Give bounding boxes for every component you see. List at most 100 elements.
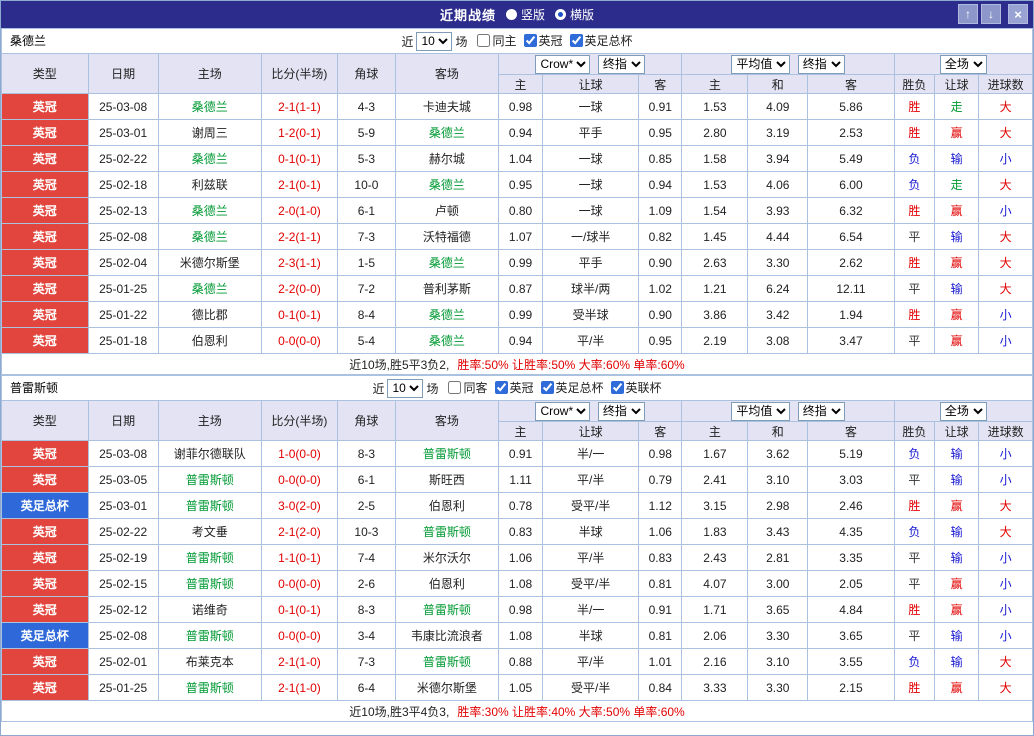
handicap-home-odds: 0.94	[498, 328, 542, 354]
avg-home-odds: 3.33	[682, 675, 748, 701]
handicap-home-odds: 0.78	[498, 493, 542, 519]
handicap-line: 平手	[543, 250, 639, 276]
close-button[interactable]: ×	[1008, 4, 1028, 24]
match-row: 英冠25-02-15普雷斯顿0-0(0-0)2-6伯恩利1.08受平/半0.81…	[2, 571, 1033, 597]
match-row: 英冠25-02-22考文垂2-1(2-0)10-3普雷斯顿0.83半球1.061…	[2, 519, 1033, 545]
home-team: 伯恩利	[158, 328, 261, 354]
col-avg-draw: 和	[748, 422, 808, 441]
result-outcome: 平	[894, 224, 934, 250]
filter-checkbox[interactable]: 英冠	[524, 32, 563, 49]
result-outcome: 胜	[894, 493, 934, 519]
summary-row: 近10场,胜3平4负3,胜率:30% 让胜率:40% 大率:50% 单率:60%	[2, 701, 1033, 722]
scope-select[interactable]: 全场	[940, 55, 987, 74]
corner-score: 7-3	[338, 649, 396, 675]
checkbox-input[interactable]	[524, 34, 537, 47]
avg-away-odds: 4.35	[808, 519, 895, 545]
result-handicap: 走	[934, 94, 978, 120]
handicap-home-odds: 0.95	[498, 172, 542, 198]
filter-checkbox[interactable]: 同主	[477, 32, 516, 49]
result-goals: 小	[979, 302, 1033, 328]
avg-home-odds: 1.71	[682, 597, 748, 623]
match-row: 英冠25-02-13桑德兰2-0(1-0)6-1卢顿0.80一球1.091.54…	[2, 198, 1033, 224]
filter-row: 普雷斯顿 近 10 场 同客英冠英足总杯英联杯	[2, 376, 1033, 401]
handicap-away-odds: 0.81	[639, 571, 682, 597]
average-stage-select[interactable]: 终指	[798, 402, 845, 421]
result-outcome: 平	[894, 571, 934, 597]
column-header-row: 类型 日期 主场 比分(半场) 角球 客场 Crow* 终指 平均值 终指 全场	[2, 401, 1033, 422]
avg-draw-odds: 3.00	[748, 571, 808, 597]
away-team: 斯旺西	[395, 467, 498, 493]
odds-company-select[interactable]: Crow*	[535, 55, 590, 74]
handicap-home-odds: 0.80	[498, 198, 542, 224]
col-home: 主场	[158, 54, 261, 94]
checkbox-input[interactable]	[477, 34, 490, 47]
filter-checkbox[interactable]: 英足总杯	[541, 379, 604, 396]
summary-row: 近10场,胜5平3负2,胜率:50% 让胜率:50% 大率:60% 单率:60%	[2, 354, 1033, 375]
away-team: 桑德兰	[395, 120, 498, 146]
result-outcome: 负	[894, 146, 934, 172]
avg-draw-odds: 3.43	[748, 519, 808, 545]
result-handicap: 赢	[934, 571, 978, 597]
result-handicap: 赢	[934, 675, 978, 701]
col-avg-home: 主	[682, 75, 748, 94]
col-corner: 角球	[338, 54, 396, 94]
scroll-up-button[interactable]: ↑	[958, 4, 978, 24]
filter-checkbox[interactable]: 英联杯	[611, 379, 662, 396]
handicap-away-odds: 0.98	[639, 441, 682, 467]
league-type-badge: 英冠	[2, 146, 89, 172]
handicap-away-odds: 0.90	[639, 302, 682, 328]
result-goals: 小	[979, 198, 1033, 224]
checkbox-input[interactable]	[448, 381, 461, 394]
away-team: 普雷斯顿	[395, 441, 498, 467]
result-outcome: 负	[894, 172, 934, 198]
handicap-home-odds: 0.87	[498, 276, 542, 302]
checkbox-input[interactable]	[495, 381, 508, 394]
layout-option-vertical[interactable]: 竖版	[506, 6, 545, 23]
layout-option-horizontal[interactable]: 横版	[555, 6, 594, 23]
result-goals: 大	[979, 120, 1033, 146]
odds-company-select[interactable]: Crow*	[535, 402, 590, 421]
checkbox-input[interactable]	[611, 381, 624, 394]
match-score: 2-1(1-0)	[261, 649, 337, 675]
filter-checkbox[interactable]: 同客	[448, 379, 487, 396]
col-avg-away: 客	[808, 422, 895, 441]
match-count-select[interactable]: 10	[387, 379, 423, 398]
scroll-down-button[interactable]: ↓	[981, 4, 1001, 24]
match-row: 英足总杯25-02-08普雷斯顿0-0(0-0)3-4韦康比流浪者1.08半球0…	[2, 623, 1033, 649]
match-count-select[interactable]: 10	[416, 32, 452, 51]
handicap-away-odds: 1.09	[639, 198, 682, 224]
odds-stage-select[interactable]: 终指	[598, 55, 645, 74]
league-type-badge: 英冠	[2, 597, 89, 623]
league-type-badge: 英冠	[2, 198, 89, 224]
average-select[interactable]: 平均值	[731, 55, 790, 74]
match-row: 英足总杯25-03-01普雷斯顿3-0(2-0)2-5伯恩利0.78受平/半1.…	[2, 493, 1033, 519]
match-row: 英冠25-02-19普雷斯顿1-1(0-1)7-4米尔沃尔1.06平/半0.83…	[2, 545, 1033, 571]
match-score: 1-0(0-0)	[261, 441, 337, 467]
scope-select[interactable]: 全场	[940, 402, 987, 421]
checkbox-input[interactable]	[541, 381, 554, 394]
match-date: 25-02-19	[88, 545, 158, 571]
avg-away-odds: 5.49	[808, 146, 895, 172]
away-team: 卢顿	[395, 198, 498, 224]
average-stage-select[interactable]: 终指	[798, 55, 845, 74]
result-goals: 小	[979, 545, 1033, 571]
avg-home-odds: 1.21	[682, 276, 748, 302]
average-select[interactable]: 平均值	[731, 402, 790, 421]
near-label: 近	[401, 33, 413, 50]
league-type-badge: 英冠	[2, 224, 89, 250]
odds-stage-select[interactable]: 终指	[598, 402, 645, 421]
result-handicap: 赢	[934, 120, 978, 146]
filter-checkbox[interactable]: 英足总杯	[570, 32, 633, 49]
match-row: 英冠25-01-18伯恩利0-0(0-0)5-4桑德兰0.94平/半0.952.…	[2, 328, 1033, 354]
corner-score: 1-5	[338, 250, 396, 276]
match-score: 2-1(1-0)	[261, 675, 337, 701]
corner-score: 10-3	[338, 519, 396, 545]
checkbox-input[interactable]	[570, 34, 583, 47]
handicap-home-odds: 0.99	[498, 302, 542, 328]
avg-draw-odds: 3.30	[748, 623, 808, 649]
handicap-line: 一球	[543, 146, 639, 172]
result-outcome: 平	[894, 328, 934, 354]
filter-checkbox[interactable]: 英冠	[495, 379, 534, 396]
avg-draw-odds: 4.09	[748, 94, 808, 120]
handicap-home-odds: 0.98	[498, 597, 542, 623]
